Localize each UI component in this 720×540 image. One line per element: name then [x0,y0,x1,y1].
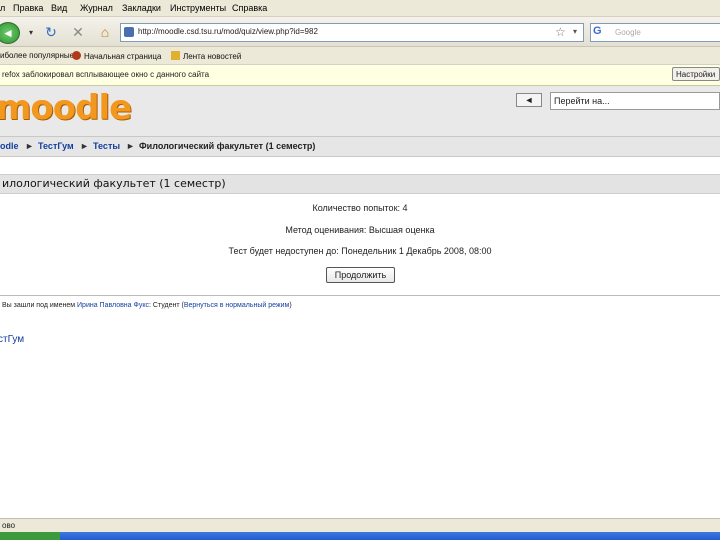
menu-bar: л Правка Вид Журнал Закладки Инструменты… [0,0,720,17]
login-suffix: ) [289,302,292,309]
bookmark-label: иболее популярные [0,51,75,60]
bookmark-most-visited[interactable]: иболее популярные [0,51,74,60]
quiz-deadline-info: Тест будет недоступен до: Понедельник 1 … [228,246,492,256]
divider [0,295,720,296]
breadcrumb-separator: ► [25,141,34,151]
status-text: ово [2,521,16,530]
login-role: : Студент ( [148,302,184,309]
address-bar[interactable]: http://moodle.csd.tsu.ru/mod/quiz/view.p… [120,23,584,42]
page-title: илологический факультет (1 семестр) [2,177,226,190]
back-arrow-icon: ◄ [2,26,14,40]
home-icon[interactable]: ⌂ [96,23,114,41]
breadcrumb-separator: ► [80,141,89,151]
navigation-toolbar: ◄ ▾ ↻ ✕ ⌂ http://moodle.csd.tsu.ru/mod/q… [0,17,720,47]
breadcrumb-course[interactable]: ТестГум [38,141,74,151]
menu-help[interactable]: Справка [232,3,267,13]
firefox-icon [72,51,81,60]
taskbar [0,532,720,540]
bookmark-label: Лента новостей [183,52,242,61]
page-heading-bar: илологический факультет (1 семестр) [0,174,720,194]
moodle-logo[interactable]: moodle [0,88,132,128]
breadcrumb-home[interactable]: odle [0,141,19,151]
return-normal-mode-link[interactable]: Вернуться в нормальный режим [184,302,290,309]
search-placeholder: Google [615,28,641,37]
breadcrumb: odle ► ТестГум ► Тесты ► Филологический … [0,136,720,157]
login-info: Вы зашли под именем Ирина Павловна Фукс:… [2,302,292,309]
url-dropdown-icon[interactable]: ▾ [573,27,577,36]
jump-to-select[interactable]: Перейти на... [550,92,720,110]
menu-tools[interactable]: Инструменты [170,3,226,13]
popup-blocked-message: refox заблокировал всплывающее окно с да… [2,70,210,79]
url-text[interactable]: http://moodle.csd.tsu.ru/mod/quiz/view.p… [138,27,318,36]
menu-bookmarks[interactable]: Закладки [122,3,161,13]
bookmark-star-icon[interactable]: ☆ [555,25,566,39]
settings-button[interactable]: Настройки [672,67,720,81]
popup-blocked-bar: refox заблокировал всплывающее окно с да… [0,65,720,86]
continue-button[interactable]: Продолжить [326,267,395,283]
breadcrumb-separator: ► [126,141,135,151]
google-search-icon[interactable]: G [593,25,602,37]
jump-back-button[interactable]: ◄ [516,93,542,107]
login-prefix: Вы зашли под именем [2,302,76,309]
rss-folder-icon [171,51,180,60]
bookmark-news-feed[interactable]: Лента новостей [171,51,241,61]
back-button[interactable]: ◄ [0,22,20,44]
site-favicon-icon [124,27,134,37]
start-button[interactable] [0,532,60,540]
breadcrumb-quizzes[interactable]: Тесты [93,141,120,151]
status-bar: ово [0,518,720,533]
grading-method-info: Метод оценивания: Высшая оценка [285,225,435,235]
footer-course-link[interactable]: стГум [0,334,24,345]
bookmark-start-page[interactable]: Начальная страница [72,51,161,61]
stop-icon[interactable]: ✕ [69,23,87,41]
menu-view[interactable]: Вид [51,3,67,13]
menu-edit[interactable]: Правка [13,3,43,13]
bookmark-label: Начальная страница [84,52,162,61]
menu-file[interactable]: л [0,3,5,13]
attempts-info: Количество попыток: 4 [312,203,408,213]
breadcrumb-current: Филологический факультет (1 семестр) [139,141,316,151]
user-name-link[interactable]: Ирина Павловна Фукс [77,302,149,309]
bookmarks-toolbar: иболее популярные Начальная страница Лен… [0,47,720,65]
menu-history[interactable]: Журнал [80,3,113,13]
search-box[interactable]: G Google [590,23,720,42]
history-dropdown-icon[interactable]: ▾ [22,23,40,41]
reload-icon[interactable]: ↻ [42,23,60,41]
